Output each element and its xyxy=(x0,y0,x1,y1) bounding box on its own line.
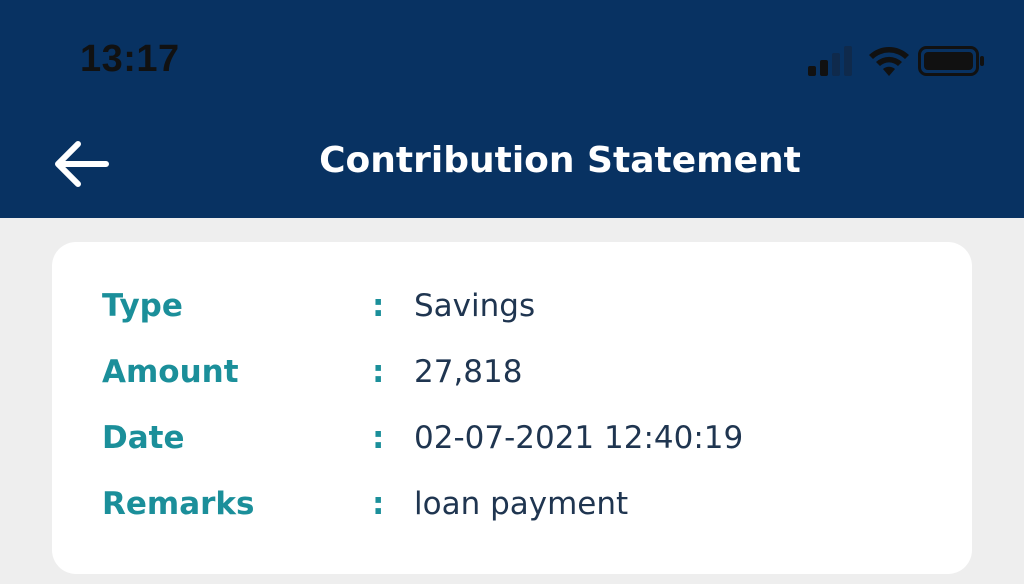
detail-row-remarks: Remarks : loan payment xyxy=(102,486,942,530)
detail-value: loan payment xyxy=(414,486,629,522)
detail-separator: : xyxy=(372,288,385,324)
detail-value: 02-07-2021 12:40:19 xyxy=(414,420,744,456)
detail-value: 27,818 xyxy=(414,354,523,390)
detail-row-date: Date : 02-07-2021 12:40:19 xyxy=(102,420,942,464)
status-time: 13:17 xyxy=(80,38,180,80)
cellular-signal-icon xyxy=(808,46,852,76)
detail-row-amount: Amount : 27,818 xyxy=(102,354,942,398)
app-header: 13:17 Contribution Statement xyxy=(0,0,1024,218)
detail-separator: : xyxy=(372,486,385,522)
detail-label: Amount xyxy=(102,354,239,390)
detail-separator: : xyxy=(372,420,385,456)
detail-label: Type xyxy=(102,288,183,324)
detail-value: Savings xyxy=(414,288,536,324)
status-icons xyxy=(806,44,986,78)
page-title: Contribution Statement xyxy=(319,140,801,181)
detail-label: Date xyxy=(102,420,185,456)
statement-detail-card: Type : Savings Amount : 27,818 Date : 02… xyxy=(52,242,972,574)
detail-row-type: Type : Savings xyxy=(102,288,942,332)
detail-separator: : xyxy=(372,354,385,390)
battery-icon xyxy=(918,46,984,76)
detail-label: Remarks xyxy=(102,486,255,522)
wifi-icon xyxy=(869,47,909,76)
